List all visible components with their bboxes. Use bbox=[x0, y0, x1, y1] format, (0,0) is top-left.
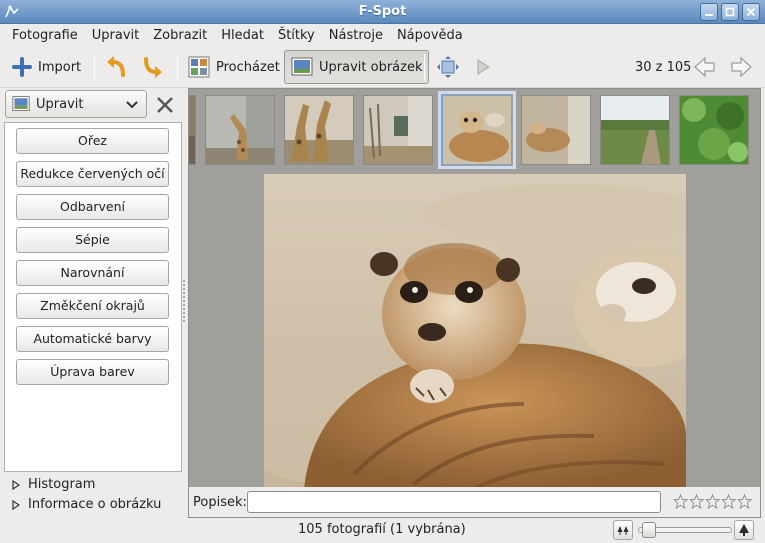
caption-input[interactable] bbox=[247, 491, 661, 513]
filmstrip-thumbnail[interactable] bbox=[601, 96, 669, 164]
menu-hledat[interactable]: Hledat bbox=[214, 28, 271, 43]
filmstrip[interactable] bbox=[189, 89, 760, 169]
status-bar: 105 fotografií (1 vybrána) bbox=[0, 518, 765, 543]
photo-counter: 30 z 105 bbox=[635, 60, 692, 75]
small-trees-icon bbox=[617, 526, 629, 535]
rotate-left-button[interactable] bbox=[105, 50, 129, 84]
rotate-right-icon bbox=[144, 57, 162, 78]
caption-label: Popisek: bbox=[193, 495, 247, 510]
menu-napoveda[interactable]: Nápověda bbox=[390, 28, 470, 43]
minimize-icon bbox=[705, 14, 713, 16]
straighten-button[interactable]: Narovnání bbox=[16, 260, 169, 286]
edit-image-icon bbox=[291, 57, 313, 76]
browse-grid-icon bbox=[188, 56, 210, 78]
menu-upravit[interactable]: Upravit bbox=[85, 28, 146, 43]
rotate-left-icon bbox=[107, 56, 125, 77]
expander-arrow-icon bbox=[12, 499, 20, 510]
fullscreen-icon bbox=[437, 56, 459, 78]
zoom-slider-handle[interactable] bbox=[642, 522, 656, 538]
edit-image-button[interactable]: Upravit obrázek bbox=[284, 50, 430, 84]
back-arrow-icon bbox=[694, 56, 715, 78]
forward-arrow-icon bbox=[731, 56, 752, 78]
menu-bar: Fotografie Upravit Zobrazit Hledat Štítk… bbox=[0, 24, 765, 46]
filmstrip-thumbnail[interactable] bbox=[364, 96, 432, 164]
filmstrip-thumbnail[interactable] bbox=[522, 96, 590, 164]
desaturate-button[interactable]: Odbarvení bbox=[16, 194, 169, 220]
star-empty-icon[interactable] bbox=[737, 494, 752, 509]
filmstrip-thumbnail[interactable] bbox=[206, 96, 274, 164]
browse-button[interactable]: Procházet bbox=[188, 50, 280, 84]
sidebar-mode-label: Upravit bbox=[36, 96, 84, 112]
soft-focus-button[interactable]: Změkčení okrajů bbox=[16, 293, 169, 319]
import-label: Import bbox=[38, 59, 82, 75]
rotate-right-button[interactable] bbox=[140, 50, 164, 84]
image-info-expander[interactable]: Informace o obrázku bbox=[12, 497, 161, 512]
import-button[interactable]: Import bbox=[12, 50, 81, 84]
minimize-button[interactable] bbox=[700, 3, 718, 21]
edit-image-icon bbox=[12, 96, 30, 111]
image-info-label: Informace o obrázku bbox=[28, 497, 162, 512]
edit-tools-panel: Ořez Redukce červených očí Odbarvení Sép… bbox=[4, 122, 182, 472]
main-photo[interactable] bbox=[264, 174, 686, 489]
histogram-label: Histogram bbox=[28, 477, 96, 492]
menu-nastroje[interactable]: Nástroje bbox=[322, 28, 390, 43]
star-empty-icon[interactable] bbox=[705, 494, 720, 509]
zoom-out-button[interactable] bbox=[613, 520, 633, 540]
next-photo-button[interactable] bbox=[729, 50, 753, 84]
sidebar: Upravit Ořez Redukce červených očí Odbar… bbox=[0, 88, 186, 518]
caption-row: Popisek: bbox=[189, 487, 760, 517]
close-sidebar-icon[interactable] bbox=[156, 96, 174, 114]
zoom-in-button[interactable] bbox=[734, 520, 754, 540]
auto-color-button[interactable]: Automatické barvy bbox=[16, 326, 169, 352]
expander-arrow-icon bbox=[12, 479, 20, 490]
histogram-expander[interactable]: Histogram bbox=[12, 477, 95, 492]
toolbar-separator bbox=[94, 54, 95, 80]
crop-button[interactable]: Ořez bbox=[16, 128, 169, 154]
adjust-colors-button[interactable]: Úprava barev bbox=[16, 359, 169, 385]
edit-image-label: Upravit obrázek bbox=[319, 59, 423, 75]
maximize-button[interactable] bbox=[721, 3, 739, 21]
red-eye-button[interactable]: Redukce červených očí bbox=[16, 161, 169, 187]
app-window: F-Spot Fotografie Upravit Zobrazit Hleda… bbox=[0, 0, 765, 543]
filmstrip-thumbnail[interactable] bbox=[189, 96, 195, 164]
close-icon bbox=[746, 7, 756, 17]
pane-resize-handle[interactable] bbox=[182, 280, 186, 326]
filmstrip-thumbnail[interactable] bbox=[680, 96, 748, 164]
slideshow-button[interactable] bbox=[474, 50, 492, 84]
maximize-icon bbox=[725, 7, 735, 17]
toolbar-separator bbox=[177, 54, 178, 80]
browse-label: Procházet bbox=[216, 59, 280, 75]
chevron-down-icon bbox=[126, 101, 138, 109]
menu-zobrazit[interactable]: Zobrazit bbox=[146, 28, 214, 43]
close-window-button[interactable] bbox=[742, 3, 760, 21]
star-empty-icon[interactable] bbox=[721, 494, 736, 509]
toolbar-separator bbox=[424, 54, 425, 80]
menu-stitky[interactable]: Štítky bbox=[271, 28, 322, 43]
filmstrip-thumbnail-selected[interactable] bbox=[438, 91, 516, 169]
toolbar: Import Procházet Upravit obrázek 30 z 10… bbox=[0, 46, 765, 88]
filmstrip-thumbnail[interactable] bbox=[285, 96, 353, 164]
large-tree-icon bbox=[739, 524, 749, 536]
status-text: 105 fotografií (1 vybrána) bbox=[298, 522, 466, 537]
title-bar: F-Spot bbox=[0, 0, 765, 24]
star-empty-icon[interactable] bbox=[673, 494, 688, 509]
menu-fotografie[interactable]: Fotografie bbox=[5, 28, 85, 43]
rating-stars[interactable] bbox=[673, 494, 753, 509]
fullscreen-button[interactable] bbox=[436, 50, 460, 84]
sepia-button[interactable]: Sépie bbox=[16, 227, 169, 253]
sidebar-mode-combo[interactable]: Upravit bbox=[5, 90, 147, 118]
previous-photo-button[interactable] bbox=[693, 50, 717, 84]
plus-icon bbox=[12, 57, 32, 77]
play-icon bbox=[477, 59, 490, 75]
photo-view: Popisek: bbox=[188, 88, 761, 518]
star-empty-icon[interactable] bbox=[689, 494, 704, 509]
window-title: F-Spot bbox=[358, 4, 407, 19]
